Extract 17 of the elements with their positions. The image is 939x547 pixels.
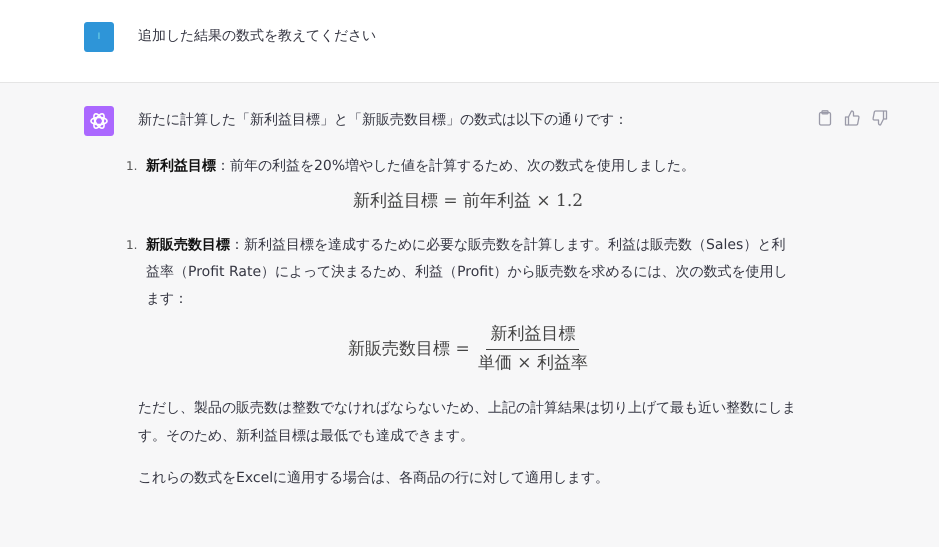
user-avatar: I bbox=[84, 22, 114, 52]
thumbs-up-icon[interactable] bbox=[844, 110, 860, 126]
list-item-text: 新利益目標：前年の利益を20%増やした値を計算するため、次の数式を使用しました。 bbox=[146, 156, 696, 176]
intro-text: 新たに計算した「新利益目標」と「新販売数目標」の数式は以下の通りです： bbox=[138, 111, 629, 130]
formula-left-side: 新販売数目標 = bbox=[348, 338, 470, 360]
formula-denominator: 単価 × 利益率 bbox=[478, 352, 588, 375]
list-item-text: 新販売数目標：新利益目標を達成するために必要な販売数を計算します。利益は販売数（Sales）と利益率（Profit Rate）によって決まるため、利益（Profit）から販売数を求めるには、次の数式を使用します： bbox=[146, 236, 789, 309]
list-number: 1. bbox=[126, 158, 138, 175]
list-number: 1. bbox=[126, 237, 138, 254]
thumbs-down-icon[interactable] bbox=[872, 110, 888, 126]
formula-numerator: 新利益目標 bbox=[486, 321, 580, 350]
copy-icon[interactable] bbox=[818, 110, 832, 126]
formula: 新利益目標 = 前年利益 × 1.2 bbox=[352, 190, 584, 213]
paragraph: これらの数式をExcelに適用する場合は、各商品の行に対して適用します。 bbox=[138, 469, 610, 488]
assistant-logo-icon bbox=[84, 106, 114, 136]
user-message: 追加した結果の数式を教えてください bbox=[138, 27, 376, 46]
paragraph: ただし、製品の販売数は整数でなければならないため、上記の計算結果は切り上げて最も近い整数にします。そのため、新利益目標は最低でも達成できます。 bbox=[138, 399, 797, 446]
